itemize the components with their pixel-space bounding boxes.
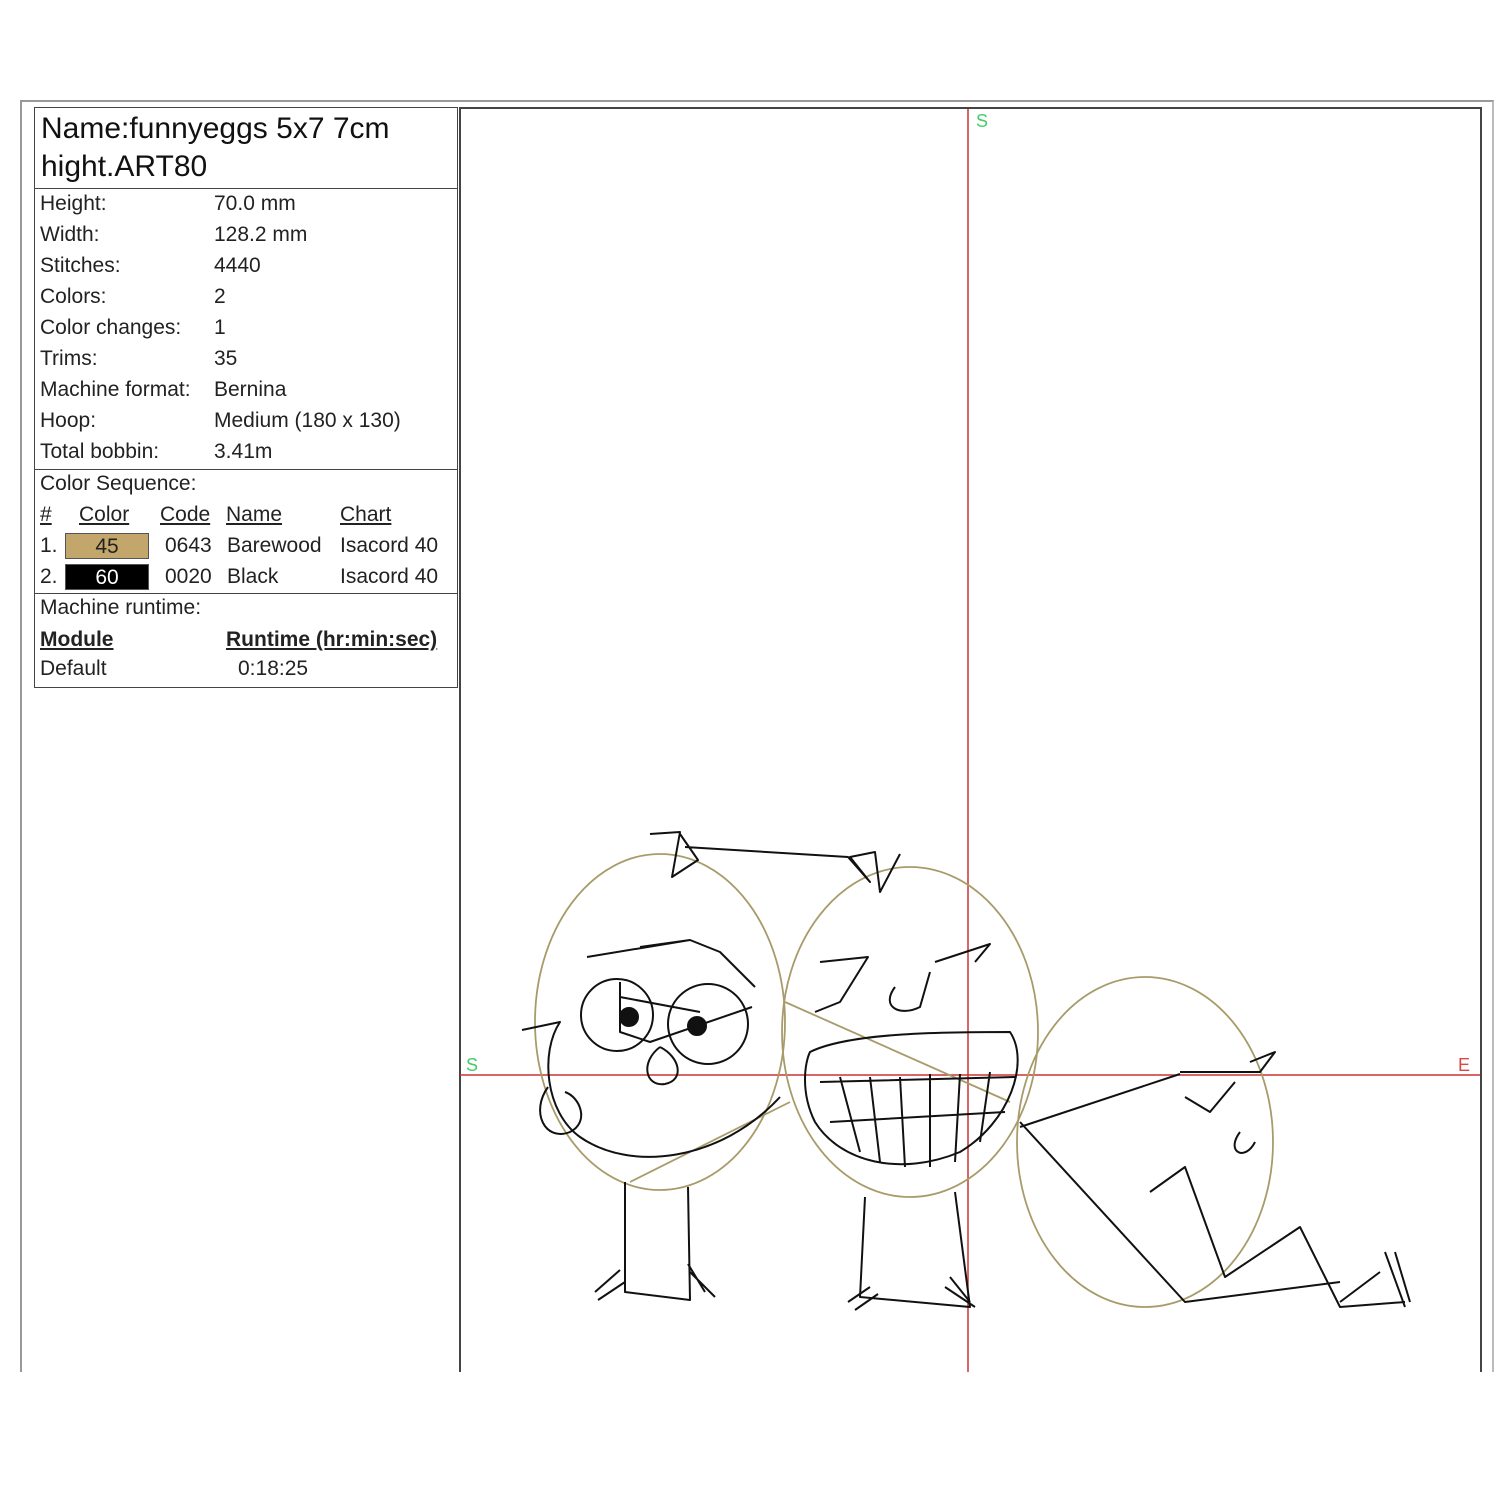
stat-value-colors: 2 — [214, 285, 226, 308]
stat-label-trims: Trims: — [40, 347, 98, 370]
stat-label-color-changes: Color changes: — [40, 316, 182, 339]
middle-egg-brows — [814, 943, 991, 1013]
color-row-num: 1. — [40, 534, 58, 557]
runtime-module: Default — [40, 657, 107, 680]
right-egg-face-lines — [1149, 1051, 1406, 1308]
stat-label-height: Height: — [40, 192, 107, 215]
color-row-name: Black — [227, 565, 279, 588]
start-marker-left: S — [466, 1055, 478, 1075]
color-sequence-section: Color Sequence: # Color Code Name Chart … — [34, 470, 458, 594]
stat-label-stitches: Stitches: — [40, 254, 121, 277]
col-header-code: Code — [160, 503, 211, 526]
stats-section: Height: 70.0 mm Width: 128.2 mm Stitches… — [34, 189, 458, 470]
color-row-chart: Isacord 40 — [340, 534, 439, 557]
stat-value-total-bobbin: 3.41m — [214, 440, 273, 463]
design-name-line1: Name:funnyeggs 5x7 7cm — [41, 112, 390, 145]
col-header-num: # — [40, 503, 52, 526]
color-sequence-title: Color Sequence: — [40, 472, 197, 495]
runtime-title: Machine runtime: — [40, 596, 202, 619]
black-stitch-lines — [521, 831, 1411, 1311]
start-marker-top: S — [976, 111, 988, 131]
runtime-header-runtime: Runtime (hr:min:sec) — [226, 628, 438, 651]
col-header-color: Color — [79, 503, 130, 526]
stat-value-trims: 35 — [214, 347, 238, 370]
left-egg-pupil-left — [619, 1007, 639, 1027]
color-row-code: 0643 — [165, 534, 212, 557]
design-name-box: Name:funnyeggs 5x7 7cm hight.ART80 — [34, 107, 458, 189]
stat-value-stitches: 4440 — [214, 254, 261, 277]
stat-value-height: 70.0 mm — [214, 192, 296, 215]
color-row-chart: Isacord 40 — [340, 565, 439, 588]
end-marker-right: E — [1458, 1055, 1470, 1075]
color-row-name: Barewood — [227, 534, 322, 557]
design-canvas: S S E — [460, 109, 1480, 1377]
runtime-value: 0:18:25 — [238, 657, 309, 680]
stat-label-machine-format: Machine format: — [40, 378, 191, 401]
stat-value-machine-format: Bernina — [214, 378, 287, 401]
col-header-name: Name — [226, 503, 283, 526]
color-row-code: 0020 — [165, 565, 212, 588]
left-egg-nose — [646, 1046, 679, 1086]
color-swatch: 60 — [65, 564, 149, 590]
middle-egg-legs — [859, 1191, 971, 1308]
stat-value-width: 128.2 mm — [214, 223, 308, 246]
left-egg-tuft — [649, 831, 901, 893]
design-name-line2: hight.ART80 — [41, 150, 208, 183]
col-header-chart: Chart — [340, 503, 392, 526]
runtime-section: Machine runtime: Module Runtime (hr:min:… — [34, 594, 458, 688]
runtime-header-module: Module — [40, 628, 114, 651]
color-swatch: 45 — [65, 533, 149, 559]
stat-label-width: Width: — [40, 223, 100, 246]
stat-value-color-changes: 1 — [214, 316, 226, 339]
color-row-num: 2. — [40, 565, 58, 588]
left-egg-eye-right — [667, 983, 749, 1065]
stat-value-hoop: Medium (180 x 130) — [214, 409, 401, 432]
stat-label-hoop: Hoop: — [40, 409, 97, 432]
stat-label-colors: Colors: — [40, 285, 107, 308]
stat-label-total-bobbin: Total bobbin: — [40, 440, 160, 463]
bottom-fade — [0, 1372, 1500, 1500]
design-preview: S S E — [460, 107, 1482, 1377]
left-egg-legs — [624, 1182, 691, 1301]
left-egg-feet — [594, 1263, 716, 1301]
connecting-jump-stitch — [1019, 1073, 1181, 1128]
